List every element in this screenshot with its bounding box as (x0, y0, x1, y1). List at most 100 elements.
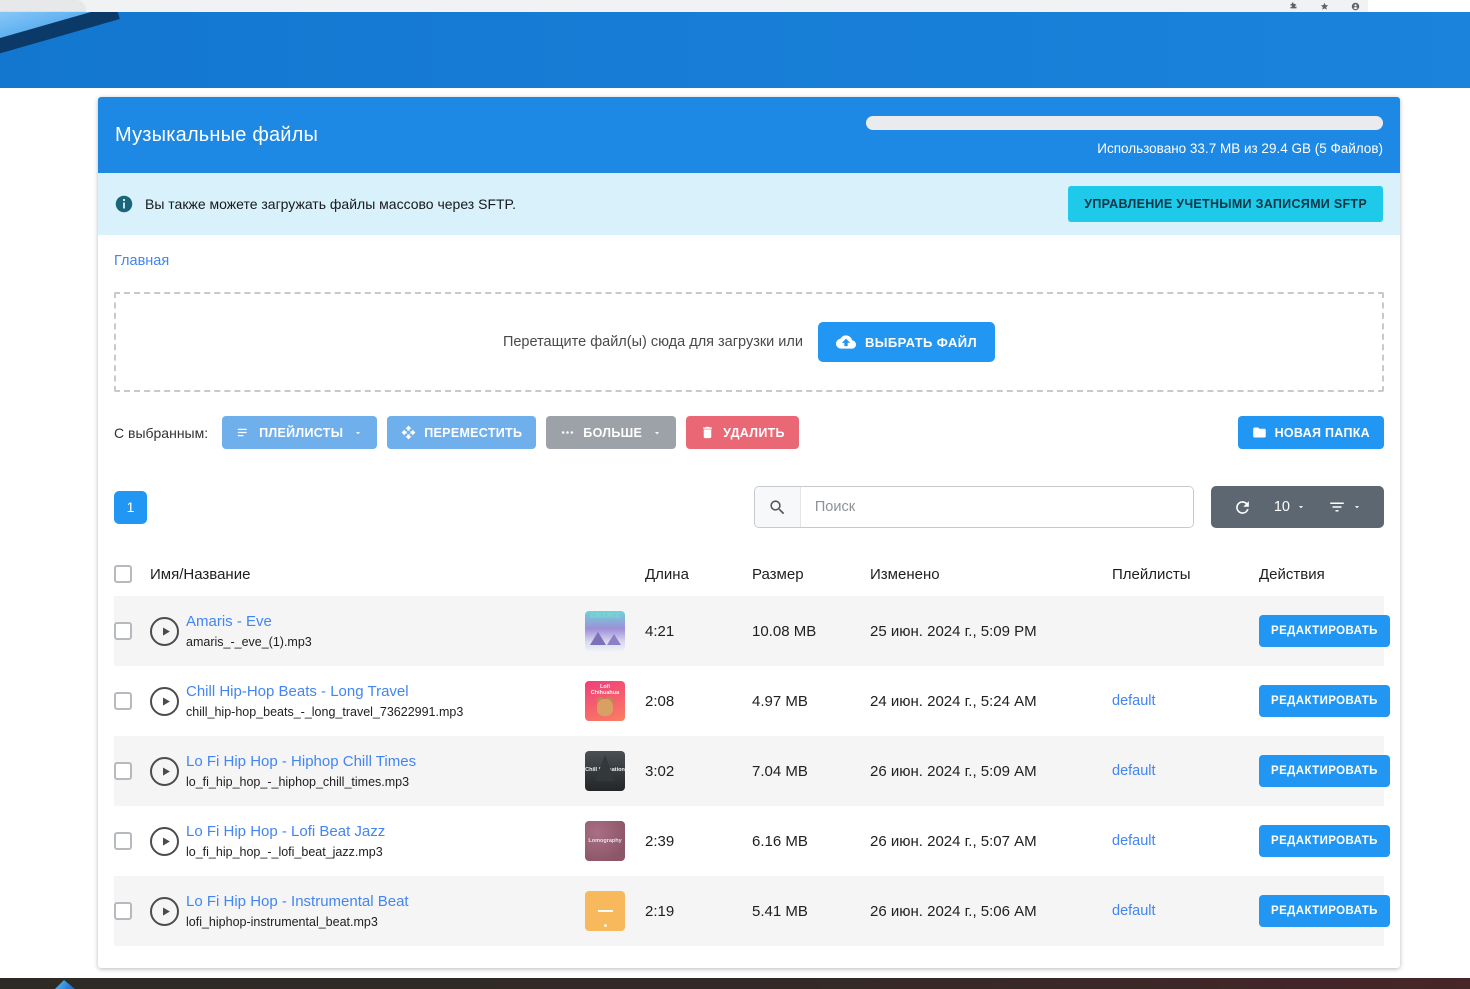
playlists-button[interactable]: ПЛЕЙЛИСТЫ (222, 416, 377, 449)
modified-cell: 26 июн. 2024 г., 5:07 AM (870, 833, 1112, 850)
size-cell: 7.04 MB (752, 763, 870, 780)
edit-button[interactable]: РЕДАКТИРОВАТЬ (1259, 685, 1390, 717)
play-icon (158, 904, 173, 919)
column-header-playlists: Плейлисты (1112, 566, 1259, 583)
edit-button[interactable]: РЕДАКТИРОВАТЬ (1259, 825, 1390, 857)
playlist-link[interactable]: default (1112, 693, 1259, 709)
breadcrumb-home-link[interactable]: Главная (114, 253, 169, 269)
more-horizontal-icon (560, 425, 575, 440)
browser-profile-icon[interactable] (1351, 2, 1360, 11)
choose-file-button[interactable]: ВЫБРАТЬ ФАЙЛ (818, 322, 995, 362)
upload-dropzone[interactable]: Перетащите файл(ы) сюда для загрузки или… (114, 292, 1384, 392)
file-title-link[interactable]: Lo Fi Hip Hop - Instrumental Beat (186, 893, 585, 910)
file-name: lofi_hiphop-instrumental_beat.mp3 (186, 915, 585, 929)
play-icon (158, 624, 173, 639)
chevron-down-icon (1296, 502, 1306, 512)
storage-usage: Использовано 33.7 MB из 29.4 GB (5 Файло… (866, 114, 1383, 156)
sftp-banner-text: Вы также можете загружать файлы массово … (145, 196, 516, 212)
album-art-label: Chill Sensation (585, 767, 625, 773)
column-header-size: Размер (752, 566, 870, 583)
row-checkbox[interactable] (114, 622, 132, 640)
edit-button[interactable]: РЕДАКТИРОВАТЬ (1259, 895, 1390, 927)
row-checkbox[interactable] (114, 902, 132, 920)
files-table: Имя/Название Длина Размер Изменено Плейл… (114, 552, 1384, 946)
playlist-link[interactable]: default (1112, 763, 1259, 779)
play-button[interactable] (150, 827, 179, 856)
play-icon (158, 764, 173, 779)
delete-button[interactable]: УДАЛИТЬ (686, 416, 799, 449)
browser-bookmark-icon[interactable] (1320, 2, 1329, 11)
dropzone-prompt: Перетащите файл(ы) сюда для загрузки или (503, 334, 803, 350)
album-art (585, 891, 625, 931)
row-checkbox[interactable] (114, 832, 132, 850)
footer-logo (55, 980, 75, 989)
sort-filter-dropdown[interactable] (1321, 498, 1369, 516)
select-all-checkbox[interactable] (114, 565, 132, 583)
storage-progress-bar (866, 116, 1383, 130)
pagination-page-1-button[interactable]: 1 (114, 491, 147, 524)
table-row: Lo Fi Hip Hop - Hiphop Chill Times lo_fi… (114, 736, 1384, 806)
play-button[interactable] (150, 897, 179, 926)
chevron-down-icon (652, 428, 662, 438)
move-button[interactable]: ПЕРЕМЕСТИТЬ (387, 416, 536, 449)
table-row: Amaris - Eve amaris_-_eve_(1).mp3 AMARIS… (114, 596, 1384, 666)
page-footer (0, 978, 1470, 989)
choose-file-button-label: ВЫБРАТЬ ФАЙЛ (865, 335, 977, 350)
file-name: lo_fi_hip_hop_-_hiphop_chill_times.mp3 (186, 775, 585, 789)
hero-banner (0, 12, 1470, 88)
duration-cell: 3:02 (645, 763, 752, 780)
row-checkbox[interactable] (114, 692, 132, 710)
more-button[interactable]: БОЛЬШЕ (546, 416, 676, 449)
album-art-label: Lofi Chihuahua (585, 684, 625, 696)
list-controls-row: 1 10 (114, 486, 1384, 528)
browser-chrome (0, 0, 1368, 12)
new-folder-button[interactable]: НОВАЯ ПАПКА (1238, 416, 1384, 449)
cloud-upload-icon (836, 332, 856, 352)
duration-cell: 2:39 (645, 833, 752, 850)
play-icon (158, 834, 173, 849)
browser-tab[interactable] (0, 0, 86, 12)
more-button-label: БОЛЬШЕ (583, 426, 642, 440)
search-icon-prefix (755, 487, 801, 527)
modified-cell: 24 июн. 2024 г., 5:24 AM (870, 693, 1112, 710)
row-checkbox[interactable] (114, 762, 132, 780)
search-icon (768, 498, 787, 517)
edit-button[interactable]: РЕДАКТИРОВАТЬ (1259, 615, 1390, 647)
info-icon (115, 195, 133, 213)
duration-cell: 2:08 (645, 693, 752, 710)
card-header: Музыкальные файлы Использовано 33.7 MB и… (98, 97, 1400, 173)
play-button[interactable] (150, 617, 179, 646)
album-art-label: Lomography (585, 838, 625, 844)
refresh-button[interactable] (1226, 498, 1259, 517)
duration-cell: 4:21 (645, 623, 752, 640)
size-cell: 4.97 MB (752, 693, 870, 710)
play-button[interactable] (150, 687, 179, 716)
album-art: Lofi Chihuahua (585, 681, 625, 721)
file-title-link[interactable]: Chill Hip-Hop Beats - Long Travel (186, 683, 585, 700)
file-title-link[interactable]: Amaris - Eve (186, 613, 585, 630)
table-row: Chill Hip-Hop Beats - Long Travel chill_… (114, 666, 1384, 736)
per-page-value: 10 (1274, 499, 1290, 515)
modified-cell: 25 июн. 2024 г., 5:09 PM (870, 623, 1112, 640)
edit-button[interactable]: РЕДАКТИРОВАТЬ (1259, 755, 1390, 787)
search-input[interactable] (801, 487, 1193, 527)
manage-sftp-accounts-button[interactable]: УПРАВЛЕНИЕ УЧЕТНЫМИ ЗАПИСЯМИ SFTP (1068, 186, 1383, 222)
file-title-link[interactable]: Lo Fi Hip Hop - Lofi Beat Jazz (186, 823, 585, 840)
size-cell: 6.16 MB (752, 833, 870, 850)
browser-extension-icon[interactable] (1289, 2, 1298, 11)
refresh-icon (1233, 498, 1252, 517)
file-title-link[interactable]: Lo Fi Hip Hop - Hiphop Chill Times (186, 753, 585, 770)
move-button-label: ПЕРЕМЕСТИТЬ (424, 426, 522, 440)
chevron-down-icon (353, 428, 363, 438)
column-header-duration: Длина (645, 566, 752, 583)
column-header-modified: Изменено (870, 566, 1112, 583)
album-art: Lomography (585, 821, 625, 861)
playlist-link[interactable]: default (1112, 833, 1259, 849)
album-art-label: AMARIS (585, 613, 625, 620)
playlist-link[interactable]: default (1112, 903, 1259, 919)
delete-button-label: УДАЛИТЬ (723, 426, 785, 440)
play-button[interactable] (150, 757, 179, 786)
playlists-button-label: ПЛЕЙЛИСТЫ (259, 426, 343, 440)
per-page-dropdown[interactable]: 10 (1267, 499, 1313, 515)
play-icon (158, 694, 173, 709)
